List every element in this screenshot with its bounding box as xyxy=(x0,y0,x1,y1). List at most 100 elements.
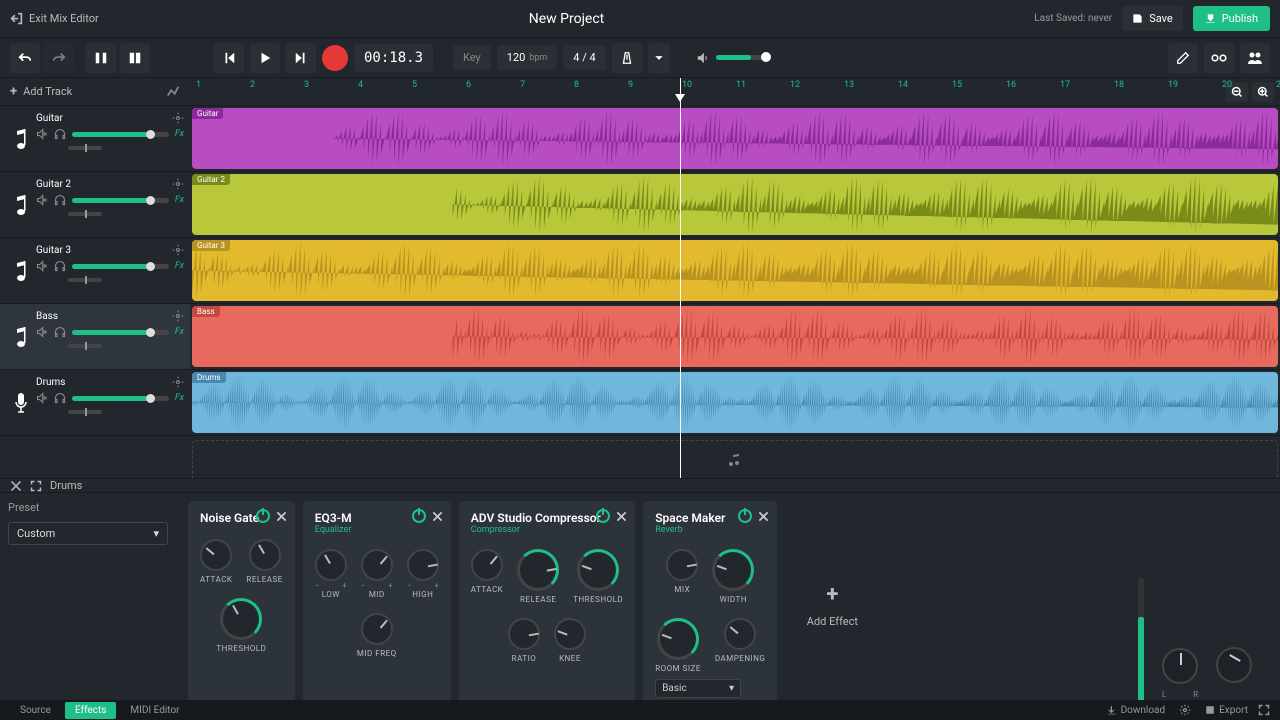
fx-knob[interactable] xyxy=(407,549,439,581)
fx-knob[interactable] xyxy=(471,549,503,581)
timesig-selector[interactable]: 4 / 4 xyxy=(563,45,605,70)
fullscreen-icon[interactable] xyxy=(1258,704,1270,716)
headphone-icon[interactable] xyxy=(54,194,66,206)
audio-clip[interactable]: Guitar 2 xyxy=(192,174,1278,235)
fx-knob[interactable] xyxy=(361,549,393,581)
track-pan[interactable] xyxy=(68,410,102,414)
headphone-icon[interactable] xyxy=(54,260,66,272)
fx-knob[interactable] xyxy=(249,539,281,571)
fx-power[interactable] xyxy=(738,509,752,523)
reverb-dial[interactable] xyxy=(1216,647,1252,683)
fx-select[interactable]: Basic▾ xyxy=(655,679,741,698)
fx-power[interactable] xyxy=(412,509,426,523)
snap-button[interactable] xyxy=(86,43,116,73)
zoom-in[interactable] xyxy=(1252,82,1274,102)
footer-tab[interactable]: Source xyxy=(10,702,61,719)
mute-icon[interactable] xyxy=(36,392,48,404)
audio-clip[interactable]: Drums xyxy=(192,372,1278,433)
fx-button[interactable]: Fx xyxy=(175,261,184,271)
next-button[interactable] xyxy=(286,43,316,73)
headphone-icon[interactable] xyxy=(54,128,66,140)
download-button[interactable]: Download xyxy=(1107,705,1166,716)
footer-tab[interactable]: MIDI Editor xyxy=(120,702,189,719)
track-lane[interactable]: Drums xyxy=(190,370,1280,436)
key-selector[interactable]: Key xyxy=(453,45,491,70)
headphone-icon[interactable] xyxy=(54,392,66,404)
fx-power[interactable] xyxy=(596,509,610,523)
preset-select[interactable]: Custom▾ xyxy=(8,522,168,545)
fx-button[interactable]: Fx xyxy=(175,195,184,205)
publish-button[interactable]: Publish xyxy=(1193,6,1270,31)
settings-icon[interactable] xyxy=(1179,704,1191,716)
track-lane[interactable]: Guitar xyxy=(190,106,1280,172)
fx-knob[interactable] xyxy=(508,618,540,650)
fx-knob[interactable] xyxy=(361,613,393,645)
track-pan[interactable] xyxy=(68,278,102,282)
pen-tool[interactable] xyxy=(1168,43,1198,73)
exit-mix-editor[interactable]: Exit Mix Editor xyxy=(10,12,99,25)
track-volume[interactable] xyxy=(72,396,169,401)
metronome-button[interactable] xyxy=(612,43,642,73)
dropdown-button[interactable] xyxy=(648,43,670,73)
headphone-icon[interactable] xyxy=(54,326,66,338)
gear-icon[interactable] xyxy=(172,244,184,256)
fx-close[interactable] xyxy=(276,511,287,522)
fx-knob[interactable] xyxy=(712,549,754,591)
gear-icon[interactable] xyxy=(172,178,184,190)
fx-close[interactable] xyxy=(432,511,443,522)
track-lane[interactable]: Bass xyxy=(190,304,1280,370)
fx-close[interactable] xyxy=(758,511,769,522)
expand-fx-icon[interactable] xyxy=(30,480,42,492)
loop-button[interactable] xyxy=(1204,43,1234,73)
pan-dial[interactable] xyxy=(1162,648,1198,684)
fx-knob[interactable] xyxy=(554,618,586,650)
track-pan[interactable] xyxy=(68,344,102,348)
master-volume[interactable] xyxy=(716,55,766,60)
fx-knob[interactable] xyxy=(200,539,232,571)
playhead[interactable] xyxy=(680,78,681,478)
fx-knob[interactable] xyxy=(577,549,619,591)
collab-button[interactable] xyxy=(1240,43,1270,73)
track-volume[interactable] xyxy=(72,132,169,137)
track-lane[interactable]: Guitar 3 xyxy=(190,238,1280,304)
fx-knob[interactable] xyxy=(666,549,698,581)
audio-clip[interactable]: Bass xyxy=(192,306,1278,367)
fx-power[interactable] xyxy=(256,509,270,523)
export-button[interactable]: Export xyxy=(1205,705,1248,716)
mute-icon[interactable] xyxy=(36,194,48,206)
save-button[interactable]: Save xyxy=(1122,6,1183,31)
add-track-button[interactable]: +Add Track xyxy=(10,84,72,99)
gear-icon[interactable] xyxy=(172,310,184,322)
fx-button[interactable]: Fx xyxy=(175,129,184,139)
bpm-selector[interactable]: 120bpm xyxy=(497,45,558,70)
gear-icon[interactable] xyxy=(172,376,184,388)
close-fx-icon[interactable] xyxy=(10,480,22,492)
fx-close[interactable] xyxy=(616,511,627,522)
redo-button[interactable] xyxy=(44,43,74,73)
undo-button[interactable] xyxy=(10,43,40,73)
track-header[interactable]: Drums Fx xyxy=(0,370,190,436)
track-pan[interactable] xyxy=(68,212,102,216)
gear-icon[interactable] xyxy=(172,112,184,124)
mute-icon[interactable] xyxy=(36,260,48,272)
track-volume[interactable] xyxy=(72,198,169,203)
record-button[interactable] xyxy=(322,45,348,71)
fx-button[interactable]: Fx xyxy=(175,327,184,337)
audio-clip[interactable]: Guitar xyxy=(192,108,1278,169)
automation-icon[interactable] xyxy=(166,85,180,99)
play-button[interactable] xyxy=(250,43,280,73)
track-lane[interactable]: Guitar 2 xyxy=(190,172,1280,238)
add-effect-button[interactable]: + Add Effect xyxy=(787,501,877,708)
fx-knob[interactable] xyxy=(517,549,559,591)
track-header[interactable]: Guitar 3 Fx xyxy=(0,238,190,304)
mute-icon[interactable] xyxy=(36,128,48,140)
fx-button[interactable]: Fx xyxy=(175,393,184,403)
track-volume[interactable] xyxy=(72,330,169,335)
track-volume[interactable] xyxy=(72,264,169,269)
footer-tab[interactable]: Effects xyxy=(65,702,116,719)
track-header[interactable]: Guitar Fx xyxy=(0,106,190,172)
drop-zone[interactable] xyxy=(192,440,1278,478)
split-button[interactable] xyxy=(120,43,150,73)
track-header[interactable]: Bass Fx xyxy=(0,304,190,370)
track-header[interactable]: Guitar 2 Fx xyxy=(0,172,190,238)
